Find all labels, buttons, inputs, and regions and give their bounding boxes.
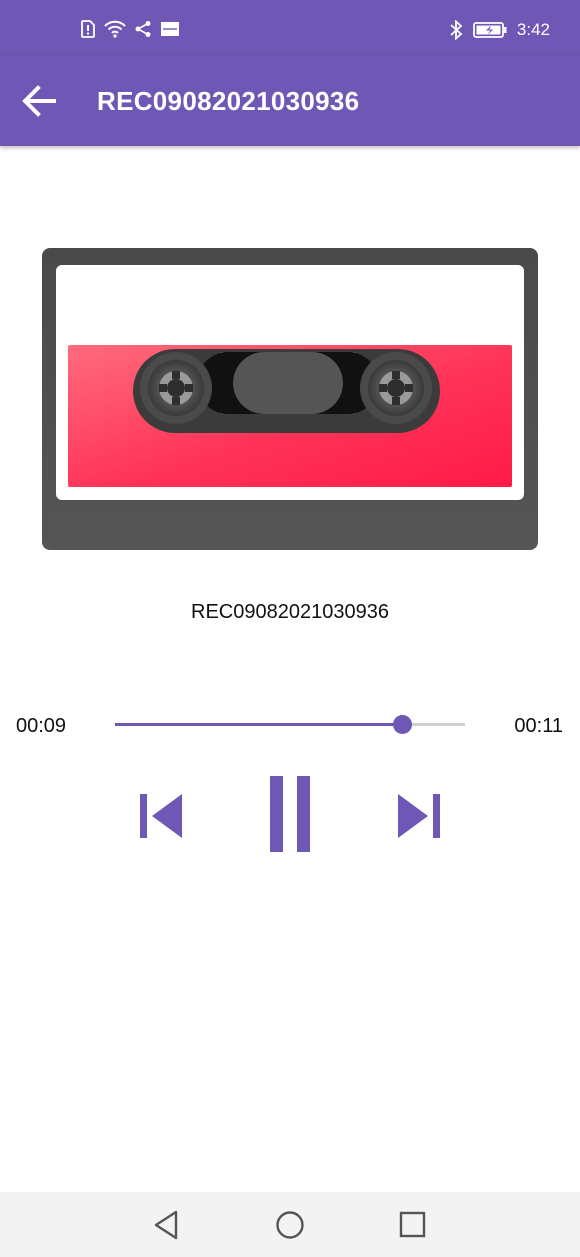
nav-back-button[interactable] — [149, 1208, 183, 1242]
status-time: 3:42 — [516, 20, 550, 39]
bluetooth-icon — [450, 20, 463, 40]
wifi-icon — [104, 20, 126, 38]
skip-next-icon — [398, 794, 440, 838]
skip-previous-icon — [140, 794, 182, 838]
system-nav-bar — [0, 1192, 580, 1257]
pause-icon — [270, 776, 310, 852]
nav-home-button[interactable] — [273, 1208, 307, 1242]
sim-alert-icon — [81, 20, 95, 38]
share-icon — [135, 21, 151, 37]
seek-bar[interactable] — [115, 713, 465, 737]
page-title: REC09082021030936 — [97, 86, 360, 116]
pause-button[interactable] — [269, 776, 311, 852]
cassette-tape-image — [42, 248, 538, 550]
current-time: 00:09 — [16, 715, 67, 737]
track-name: REC09082021030936 — [191, 601, 389, 623]
status-bar: 3:42 — [0, 0, 580, 56]
next-button[interactable] — [398, 776, 440, 852]
back-button[interactable] — [18, 79, 62, 123]
app-notification-icon — [161, 22, 179, 36]
status-icons-right: 3:42 — [449, 20, 550, 40]
status-icons-left — [80, 20, 180, 38]
arrow-left-icon — [22, 85, 56, 117]
battery-icon — [473, 22, 507, 38]
seek-thumb[interactable] — [393, 715, 412, 734]
nav-recents-button[interactable] — [396, 1208, 430, 1242]
back-triangle-icon — [154, 1210, 178, 1240]
seek-progress — [115, 723, 402, 726]
total-time: 00:11 — [514, 715, 563, 737]
previous-button[interactable] — [140, 776, 182, 852]
recents-square-icon — [399, 1211, 426, 1238]
app-bar: REC09082021030936 — [0, 56, 580, 146]
home-circle-icon — [276, 1211, 304, 1239]
